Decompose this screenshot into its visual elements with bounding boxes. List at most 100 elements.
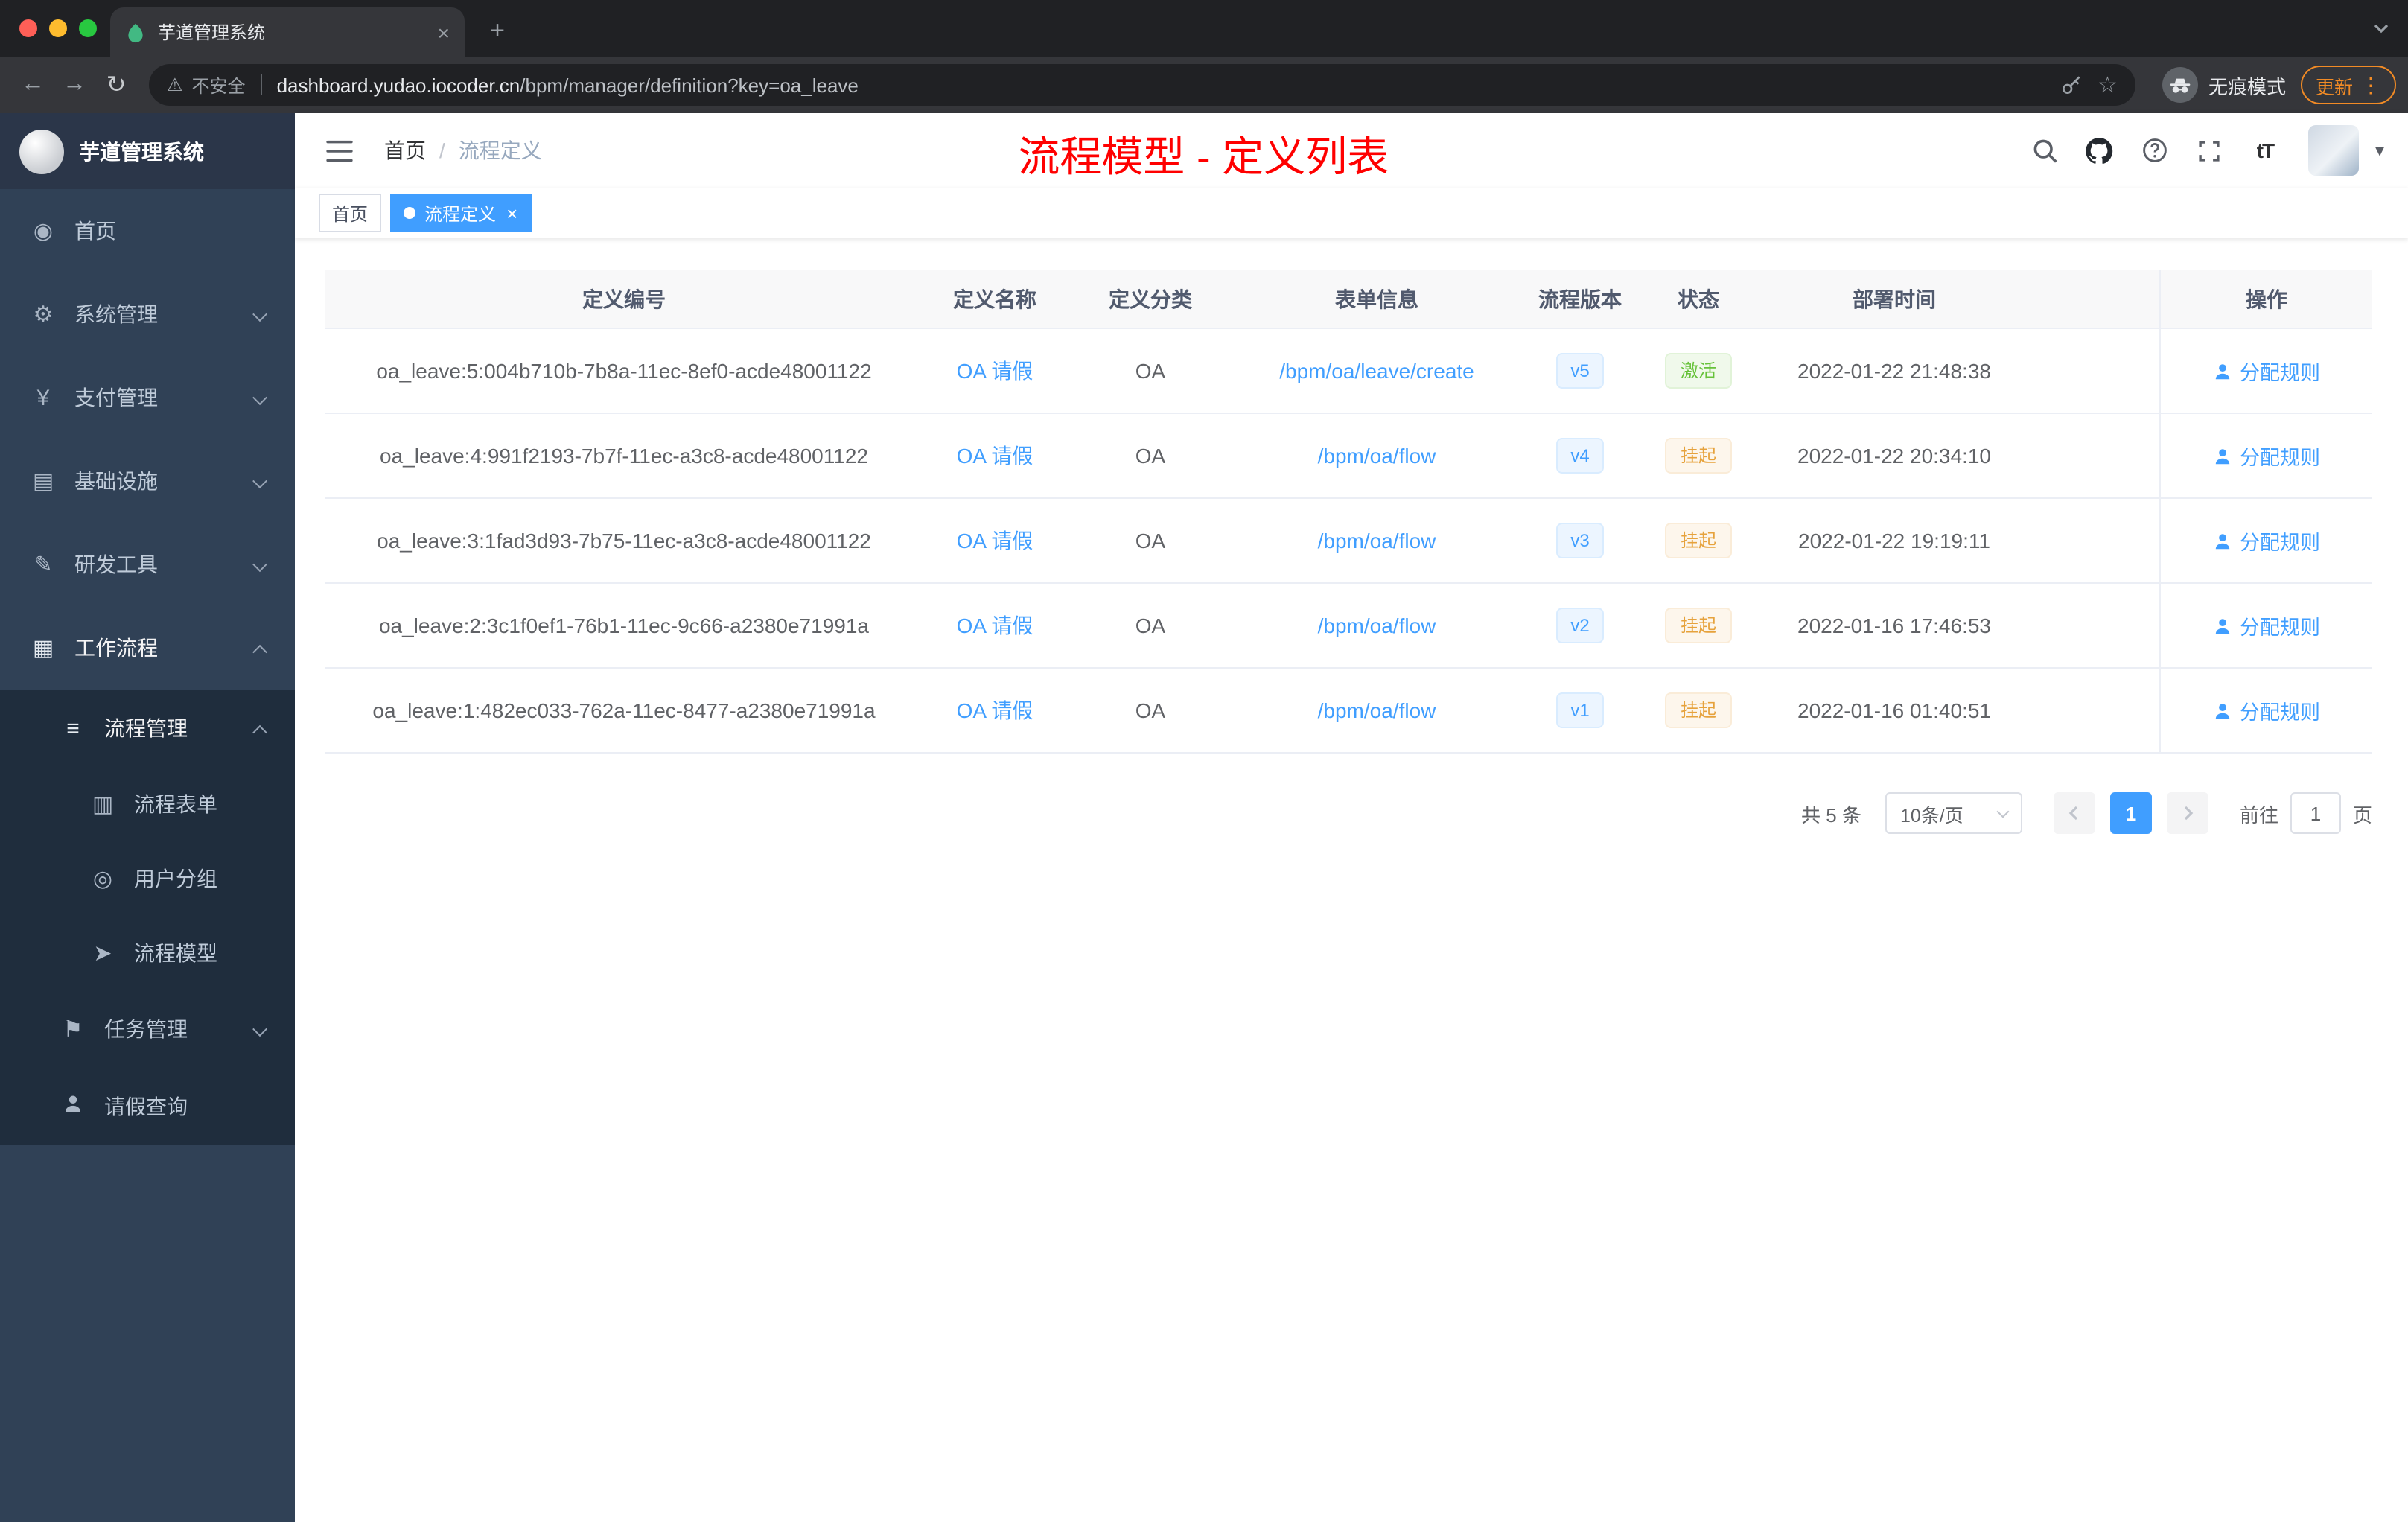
status-badge: 挂起 [1665,692,1731,728]
version-badge: v2 [1555,608,1605,643]
sidebar-item-payment-management[interactable]: ¥ 支付管理 [0,356,295,439]
search-icon[interactable] [2024,130,2065,171]
browser-tab[interactable]: 芋道管理系统 × [110,7,465,57]
next-page-button[interactable] [2166,792,2208,834]
form-info-link[interactable]: /bpm/oa/flow [1318,698,1436,722]
definition-name-link[interactable]: OA 请假 [957,614,1033,637]
incognito-label: 无痕模式 [2208,75,2286,98]
definition-name-link[interactable]: OA 请假 [957,529,1033,553]
fullscreen-icon[interactable] [2189,130,2231,171]
form-info-link[interactable]: /bpm/oa/flow [1318,614,1436,637]
forward-button[interactable]: → [54,64,95,106]
browser-tabstrip: 芋道管理系统 × + [0,0,2408,57]
form-info-link[interactable]: /bpm/oa/flow [1318,444,1436,468]
bookmark-star-icon[interactable]: ☆ [2098,71,2118,98]
chevron-down-icon [252,1017,267,1041]
sidebar-item-user-groups[interactable]: ◎ 用户分组 [0,841,295,916]
definition-name-link[interactable]: OA 请假 [957,359,1033,383]
definition-category: OA [1135,359,1166,383]
sidebar-item-task-management[interactable]: ⚑ 任务管理 [0,990,295,1068]
goto-page-input[interactable] [2290,792,2341,834]
sidebar-item-label: 流程表单 [134,792,217,816]
logo-avatar [19,129,64,173]
dashboard-icon: ◉ [33,219,54,244]
font-size-icon[interactable]: tT [2244,130,2286,171]
person-icon [2213,361,2232,380]
new-tab-button[interactable]: + [480,13,515,49]
status-badge: 挂起 [1665,523,1731,558]
browser-update-button[interactable]: 更新 ⋮ [2300,66,2396,104]
tag-home[interactable]: 首页 [319,194,382,232]
sidebar-item-rd-tools[interactable]: ✎ 研发工具 [0,523,295,606]
tag-process-definition[interactable]: 流程定义 × [390,194,532,232]
window-zoom-button[interactable] [79,19,97,37]
reload-button[interactable]: ↻ [95,64,137,106]
tag-close-icon[interactable]: × [506,203,517,223]
tab-title: 芋道管理系统 [158,22,266,43]
tab-search-chevron-icon[interactable] [2372,19,2390,37]
definition-id: oa_leave:1:482ec033-762a-11ec-8477-a2380… [372,698,876,722]
form-info-link[interactable]: /bpm/oa/flow [1318,529,1436,553]
prev-page-button[interactable] [2053,792,2095,834]
assign-rule-label: 分配规则 [2240,617,2320,639]
logo-title: 芋道管理系统 [79,139,204,163]
person-icon [60,1093,86,1120]
definition-name-link[interactable]: OA 请假 [957,698,1033,722]
favicon-leaf-icon [125,22,146,42]
main-area: 首页 / 流程定义 流程模型 - 定义列表 tT ▾ 首页 流程定义 × 定义编… [295,113,2408,1522]
sidebar-item-process-forms[interactable]: ▥ 流程表单 [0,767,295,841]
window-close-button[interactable] [19,19,37,37]
column-header-deploy-time: 部署时间 [1853,287,1936,311]
definition-category: OA [1135,444,1166,468]
sidebar-logo[interactable]: 芋道管理系统 [0,113,295,189]
chevron-down-icon [1996,804,2010,818]
assign-rule-link[interactable]: 分配规则 [2213,441,2320,471]
sidebar-item-process-management[interactable]: ≡ 流程管理 [0,690,295,767]
security-indicator[interactable]: ⚠ 不安全 [167,72,246,98]
address-bar[interactable]: ⚠ 不安全 dashboard.yudao.iocoder.cn/bpm/man… [149,64,2135,106]
url-text: dashboard.yudao.iocoder.cn/bpm/manager/d… [277,74,859,96]
help-icon[interactable] [2134,130,2176,171]
user-avatar[interactable] [2307,125,2359,176]
sidebar-collapse-button[interactable] [319,130,360,171]
column-header-status: 状态 [1678,287,1719,311]
form-info-link[interactable]: /bpm/oa/leave/create [1279,359,1474,383]
assign-rule-link[interactable]: 分配规则 [2213,526,2320,555]
sidebar: 芋道管理系统 ◉ 首页 ⚙ 系统管理 ¥ 支付管理 ▤ 基础设施 ✎ 研发工具 … [0,113,295,1522]
browser-menu-kebab-icon[interactable]: ⋮ [2360,72,2381,98]
sidebar-item-leave-query[interactable]: 请假查询 [0,1068,295,1145]
back-button[interactable]: ← [12,64,54,106]
github-icon[interactable] [2079,130,2121,171]
assign-rule-link[interactable]: 分配规则 [2213,611,2320,640]
warning-icon: ⚠ [167,74,183,95]
sidebar-item-label: 工作流程 [74,636,158,660]
tab-close-icon[interactable]: × [438,22,450,42]
sidebar-item-process-models[interactable]: ➤ 流程模型 [0,916,295,990]
window-minimize-button[interactable] [49,19,67,37]
person-icon [2213,616,2232,635]
version-badge: v5 [1555,353,1605,389]
tag-label: 首页 [332,203,369,224]
deploy-time: 2022-01-16 17:46:53 [1797,614,1991,637]
page-size-select[interactable]: 10条/页 [1885,792,2022,834]
caret-down-icon[interactable]: ▾ [2375,140,2384,161]
sidebar-item-infrastructure[interactable]: ▤ 基础设施 [0,439,295,523]
table-row: oa_leave:3:1fad3d93-7b75-11ec-a3c8-acde4… [325,499,2372,584]
password-key-icon[interactable] [2059,73,2083,97]
assign-rule-link[interactable]: 分配规则 [2213,695,2320,725]
sidebar-item-system-management[interactable]: ⚙ 系统管理 [0,273,295,356]
definition-category: OA [1135,529,1166,553]
tag-label: 流程定义 [424,203,497,224]
table-header-row: 定义编号 定义名称 定义分类 表单信息 流程版本 状态 部署时间 操作 [325,270,2372,329]
navbar-right-actions: tT ▾ [2024,125,2384,176]
assign-rule-label: 分配规则 [2240,362,2320,384]
sidebar-item-label: 系统管理 [74,302,158,326]
app-frame: 芋道管理系统 ◉ 首页 ⚙ 系统管理 ¥ 支付管理 ▤ 基础设施 ✎ 研发工具 … [0,113,2408,1522]
sidebar-item-home[interactable]: ◉ 首页 [0,189,295,273]
sidebar-item-workflow[interactable]: ▦ 工作流程 [0,606,295,690]
page-number-button[interactable]: 1 [2109,792,2152,834]
definition-name-link[interactable]: OA 请假 [957,444,1033,468]
assign-rule-link[interactable]: 分配规则 [2213,356,2320,386]
breadcrumb-home[interactable]: 首页 [384,136,426,165]
definition-id: oa_leave:2:3c1f0ef1-76b1-11ec-9c66-a2380… [378,614,869,637]
